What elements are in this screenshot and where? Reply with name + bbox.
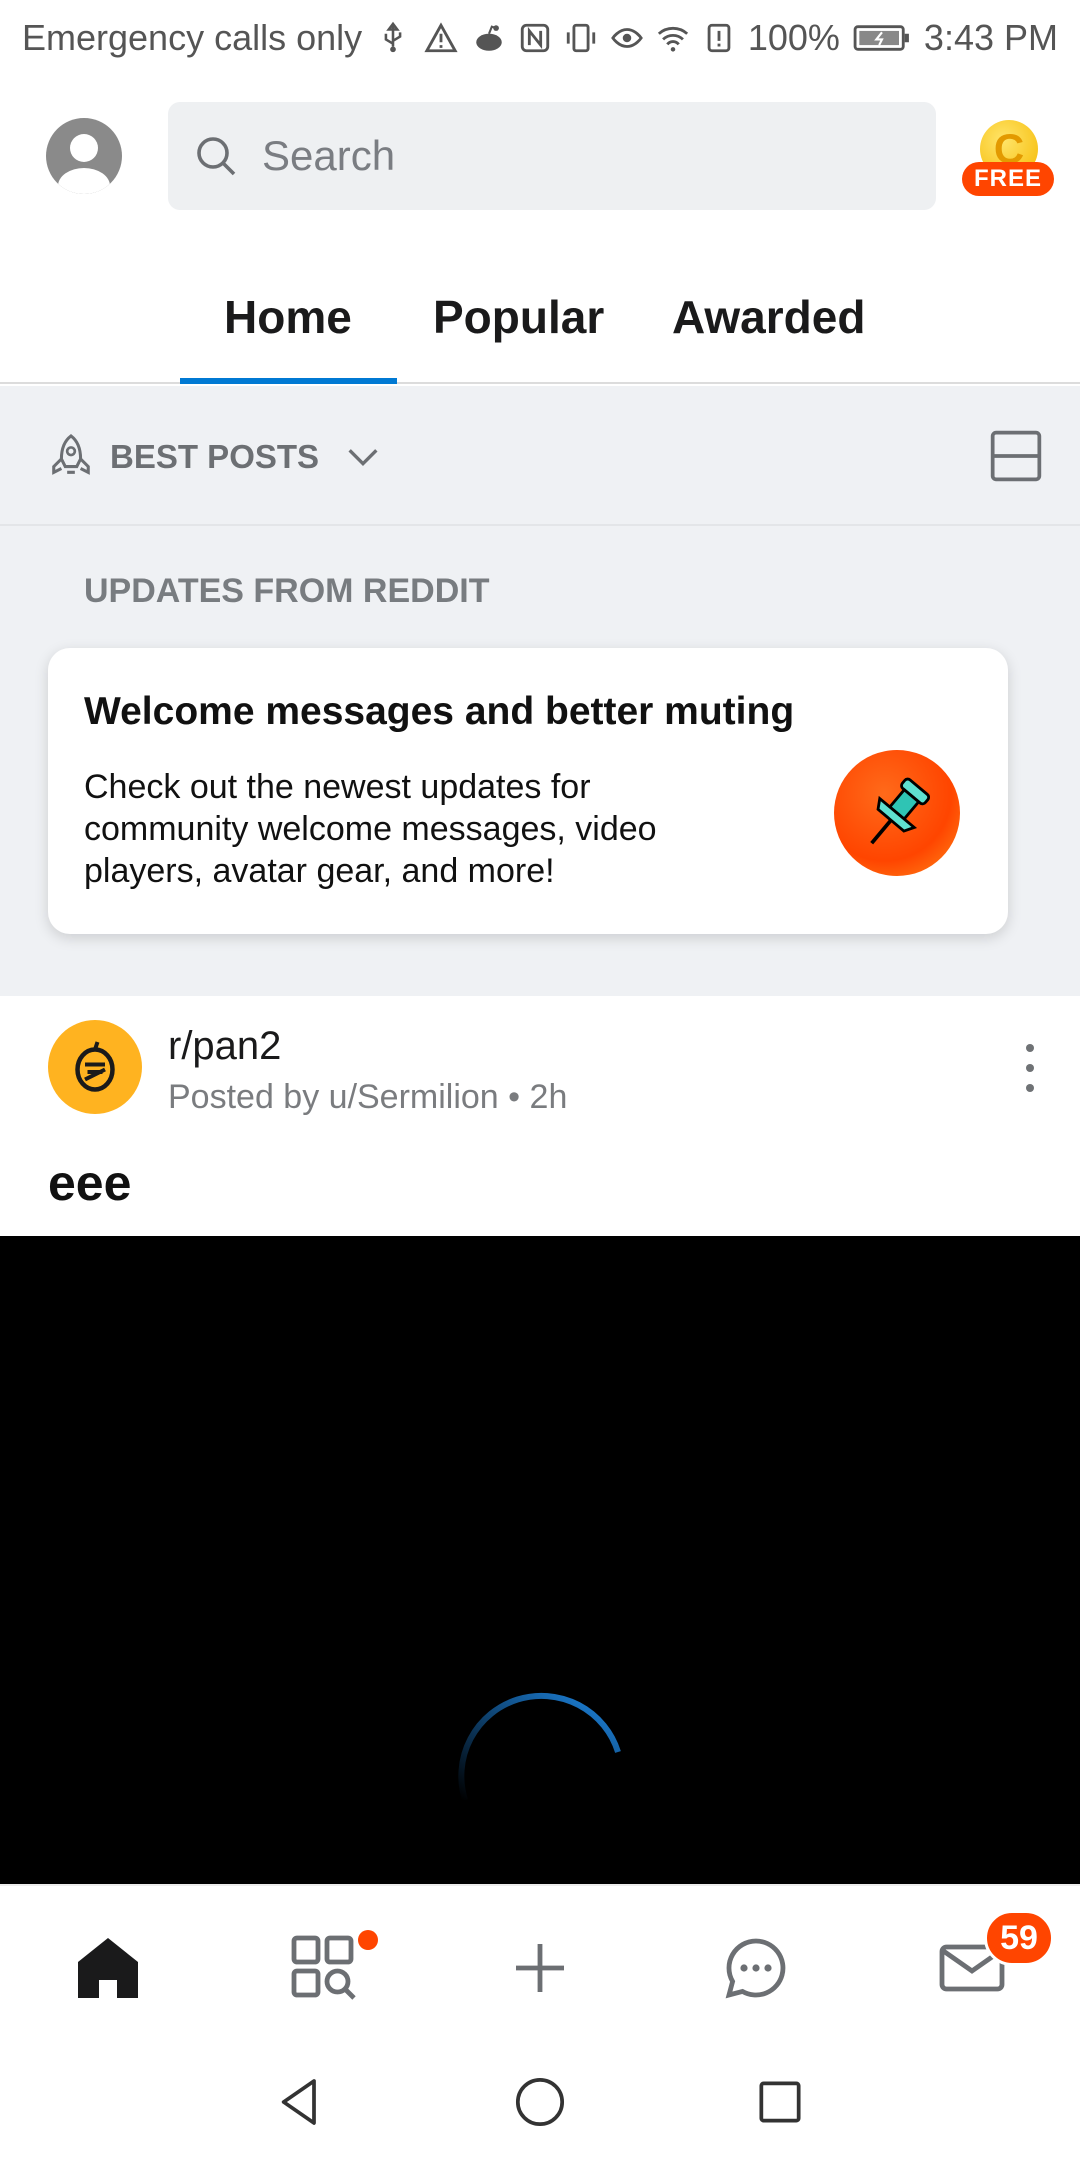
nav-create-button[interactable] — [504, 1932, 576, 2004]
community-snoo-icon — [75, 1041, 115, 1092]
update-card-title: Welcome messages and better muting — [84, 690, 795, 733]
feed-tabs: Home Popular Awarded — [0, 260, 1080, 384]
tab-popular[interactable]: Popular — [433, 290, 604, 344]
update-card-body: Check out the newest updates for communi… — [84, 768, 657, 890]
card-layout-icon — [990, 430, 1042, 482]
back-triangle-icon — [281, 2079, 316, 2125]
feed-header-area: BEST POSTS UPDATES FROM REDDIT Welcome m… — [0, 386, 1080, 996]
nav-home-button[interactable] — [72, 1932, 144, 2004]
updates-section-title: UPDATES FROM REDDIT — [84, 572, 490, 610]
battery-icon — [852, 21, 912, 55]
post-author[interactable]: Posted by u/Sermilion — [168, 1078, 499, 1117]
active-tab-indicator — [180, 378, 397, 384]
wifi-icon — [656, 21, 690, 55]
free-coins-button[interactable]: C FREE — [962, 120, 1054, 200]
recents-square-icon — [759, 2081, 801, 2123]
user-silhouette-icon — [58, 134, 110, 194]
post-age: 2h — [529, 1078, 568, 1116]
sort-bar: BEST POSTS — [0, 386, 1080, 526]
meta-separator: • — [498, 1078, 530, 1116]
user-avatar[interactable] — [46, 118, 122, 194]
carrier-text: Emergency calls only — [22, 17, 363, 58]
vibrate-icon — [564, 21, 598, 55]
communities-icon — [291, 1935, 356, 2000]
plus-icon — [516, 1944, 564, 1992]
sort-dropdown[interactable]: BEST POSTS — [48, 432, 383, 482]
new-activity-dot — [358, 1930, 378, 1950]
home-icon — [78, 1938, 138, 1998]
clock: 3:43 PM — [923, 17, 1058, 58]
chevron-down-icon — [348, 449, 378, 467]
update-card[interactable]: Welcome messages and better muting Check… — [48, 648, 1008, 934]
nav-communities-button[interactable] — [288, 1932, 360, 2004]
bottom-nav: 59 — [0, 1884, 1080, 2040]
tab-awarded[interactable]: Awarded — [672, 290, 865, 344]
view-layout-button[interactable] — [988, 428, 1044, 484]
status-bar: Emergency calls only 100% 3:43 PM — [0, 0, 1080, 76]
search-input[interactable] — [262, 132, 862, 180]
home-circle-icon — [515, 2077, 565, 2127]
nav-chat-button[interactable] — [720, 1932, 792, 2004]
sort-label: BEST POSTS — [110, 438, 320, 475]
inbox-count-badge: 59 — [984, 1910, 1054, 1966]
tab-home[interactable]: Home — [224, 290, 352, 344]
subreddit-name[interactable]: r/pan2 — [168, 1024, 281, 1069]
loading-spinner-icon — [458, 1692, 621, 1801]
reddit-notification-icon — [472, 21, 506, 55]
battery-percent: 100% — [747, 17, 840, 58]
search-icon — [197, 137, 236, 176]
nfc-icon — [518, 21, 552, 55]
back-button[interactable] — [272, 2074, 328, 2130]
top-header: C FREE — [0, 98, 1080, 214]
rocket-icon — [52, 433, 90, 475]
usb-icon — [376, 21, 410, 55]
post-title[interactable]: eee — [48, 1154, 131, 1212]
home-system-button[interactable] — [512, 2074, 568, 2130]
post-video-player[interactable] — [0, 1236, 1080, 1884]
post-meta: Posted by u/Sermilion • 2h — [168, 1078, 567, 1117]
search-bar[interactable] — [168, 102, 936, 210]
free-badge: FREE — [962, 162, 1054, 196]
recents-button[interactable] — [752, 2074, 808, 2130]
warning-icon — [424, 21, 458, 55]
chat-icon — [725, 1938, 786, 1999]
pushpin-icon — [834, 750, 960, 876]
system-navigation-bar — [0, 2040, 1080, 2160]
battery-alert-icon — [702, 21, 736, 55]
eye-comfort-icon — [610, 21, 644, 55]
subreddit-avatar[interactable] — [48, 1020, 142, 1114]
post-overflow-menu-icon[interactable] — [1018, 1044, 1042, 1092]
